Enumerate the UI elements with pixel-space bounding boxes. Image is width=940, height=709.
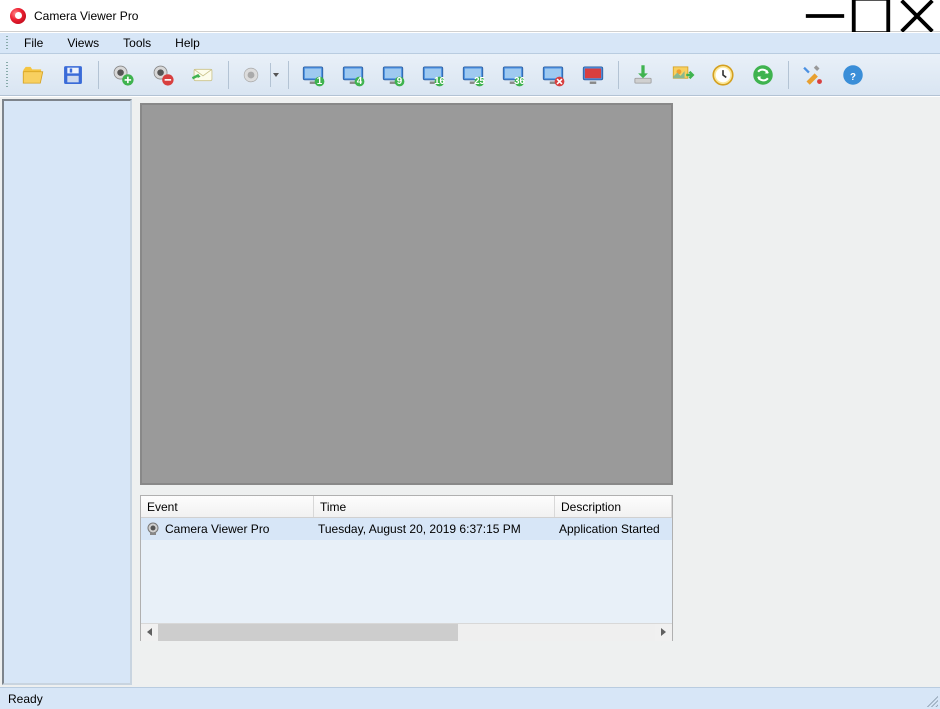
- settings-button[interactable]: [794, 57, 832, 93]
- monitor-icon: 1: [300, 62, 326, 88]
- svg-text:1: 1: [317, 75, 323, 86]
- svg-text:25: 25: [474, 75, 485, 86]
- svg-text:16: 16: [434, 75, 445, 86]
- scroll-right-button[interactable]: [655, 624, 672, 641]
- svg-text:36: 36: [514, 75, 525, 86]
- menu-file[interactable]: File: [12, 33, 55, 53]
- schedule-button[interactable]: [704, 57, 742, 93]
- monitor-x-icon: [540, 62, 566, 88]
- view-25-button[interactable]: 25: [454, 57, 492, 93]
- event-scrollbar[interactable]: [141, 623, 672, 640]
- menubar-grip: [4, 33, 10, 53]
- help-icon: ?: [840, 62, 866, 88]
- svg-text:9: 9: [397, 75, 403, 86]
- record-button[interactable]: [234, 57, 282, 93]
- menu-help[interactable]: Help: [163, 33, 212, 53]
- export-icon: [670, 62, 696, 88]
- tools-icon: [800, 62, 826, 88]
- event-desc: Application Started: [555, 522, 672, 536]
- menu-bar: File Views Tools Help: [0, 32, 940, 54]
- remove-camera-button[interactable]: [144, 57, 182, 93]
- monitor-icon: 4: [340, 62, 366, 88]
- event-time: Tuesday, August 20, 2019 6:37:15 PM: [314, 522, 555, 536]
- svg-text:?: ?: [850, 71, 856, 82]
- header-time[interactable]: Time: [314, 496, 555, 517]
- help-button[interactable]: ?: [834, 57, 872, 93]
- view-36-button[interactable]: 36: [494, 57, 532, 93]
- monitor-icon: 16: [420, 62, 446, 88]
- separator: [614, 57, 622, 93]
- close-button[interactable]: [894, 0, 940, 32]
- main-area: Event Time Description Camera Viewer Pro…: [0, 96, 940, 687]
- floppy-icon: [60, 62, 86, 88]
- title-bar: Camera Viewer Pro: [0, 0, 940, 32]
- folder-icon: [20, 62, 46, 88]
- separator: [784, 57, 792, 93]
- export-button[interactable]: [664, 57, 702, 93]
- scroll-left-button[interactable]: [141, 624, 158, 641]
- mail-icon: [190, 62, 216, 88]
- maximize-button[interactable]: [848, 0, 894, 32]
- camera-tree-sidebar[interactable]: [2, 99, 132, 685]
- download-button[interactable]: [624, 57, 662, 93]
- scroll-thumb[interactable]: [158, 624, 458, 641]
- toolbar-grip: [4, 54, 10, 95]
- event-header-row: Event Time Description: [141, 496, 672, 518]
- fullscreen-icon: [580, 62, 606, 88]
- view-16-button[interactable]: 16: [414, 57, 452, 93]
- view-4-button[interactable]: 4: [334, 57, 372, 93]
- resize-grip[interactable]: [924, 693, 938, 707]
- disconnect-button[interactable]: [534, 57, 572, 93]
- separator: [224, 57, 232, 93]
- status-text: Ready: [8, 692, 43, 706]
- view-1-button[interactable]: 1: [294, 57, 332, 93]
- separator: [284, 57, 292, 93]
- view-9-button[interactable]: 9: [374, 57, 412, 93]
- svg-text:4: 4: [357, 75, 363, 86]
- refresh-icon: [750, 62, 776, 88]
- content-area: Event Time Description Camera Viewer Pro…: [134, 97, 940, 687]
- app-icon: [10, 8, 26, 24]
- camera-add-icon: [110, 62, 136, 88]
- separator: [94, 57, 102, 93]
- toolbar: 1 4 9 16 25 36 ?: [0, 54, 940, 96]
- record-dropdown[interactable]: [270, 63, 280, 87]
- refresh-button[interactable]: [744, 57, 782, 93]
- record-icon: [240, 64, 262, 86]
- open-button[interactable]: [14, 57, 52, 93]
- camera-icon: [145, 521, 161, 537]
- monitor-icon: 36: [500, 62, 526, 88]
- save-button[interactable]: [54, 57, 92, 93]
- event-log: Event Time Description Camera Viewer Pro…: [140, 495, 673, 641]
- video-viewer[interactable]: [140, 103, 673, 485]
- scroll-track[interactable]: [158, 624, 655, 641]
- header-description[interactable]: Description: [555, 496, 672, 517]
- minimize-button[interactable]: [802, 0, 848, 32]
- monitor-icon: 9: [380, 62, 406, 88]
- clock-icon: [710, 62, 736, 88]
- status-bar: Ready: [0, 687, 940, 709]
- fullscreen-button[interactable]: [574, 57, 612, 93]
- event-name: Camera Viewer Pro: [165, 522, 269, 536]
- header-event[interactable]: Event: [141, 496, 314, 517]
- event-body[interactable]: Camera Viewer Pro Tuesday, August 20, 20…: [141, 518, 672, 623]
- menu-views[interactable]: Views: [55, 33, 111, 53]
- menu-tools[interactable]: Tools: [111, 33, 163, 53]
- event-row[interactable]: Camera Viewer Pro Tuesday, August 20, 20…: [141, 518, 672, 540]
- download-icon: [630, 62, 656, 88]
- monitor-icon: 25: [460, 62, 486, 88]
- camera-remove-icon: [150, 62, 176, 88]
- window-title: Camera Viewer Pro: [34, 9, 138, 23]
- add-camera-button[interactable]: [104, 57, 142, 93]
- mail-button[interactable]: [184, 57, 222, 93]
